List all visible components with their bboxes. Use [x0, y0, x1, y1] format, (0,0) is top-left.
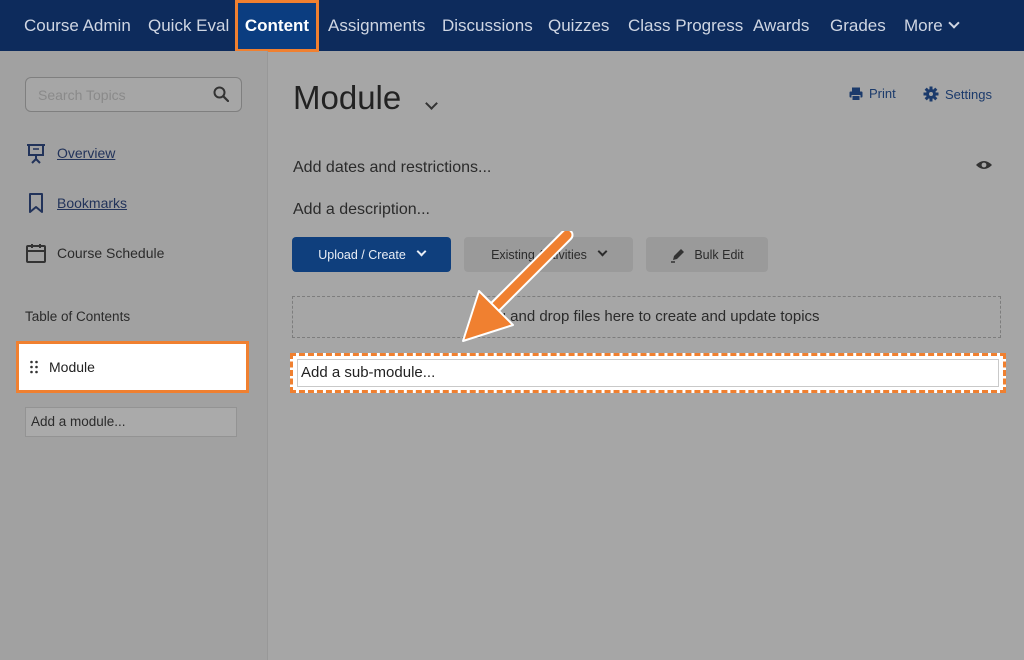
content-highlight: [235, 0, 319, 52]
drag-handle-icon[interactable]: [29, 360, 39, 374]
top-navigation: Course Admin Quick Eval Content Assignme…: [0, 0, 1024, 52]
toc-heading: Table of Contents: [25, 309, 131, 324]
print-button[interactable]: Print: [849, 86, 896, 101]
settings-button[interactable]: Settings: [923, 86, 992, 102]
search-input[interactable]: Search Topics: [25, 77, 242, 112]
sidebar-item-bookmarks[interactable]: Bookmarks: [25, 191, 127, 215]
chevron-down-icon: [416, 246, 427, 257]
eye-icon[interactable]: [975, 159, 993, 171]
gear-icon: [923, 86, 939, 102]
sidebar-item-overview[interactable]: Overview: [25, 141, 115, 165]
page-title: Module: [293, 79, 402, 116]
calendar-icon: [26, 244, 46, 263]
search-placeholder: Search Topics: [38, 87, 126, 103]
nav-grades[interactable]: Grades: [830, 0, 886, 51]
sidebar: Search Topics Overview Bookmarks Course …: [0, 51, 268, 660]
chevron-down-icon: [948, 17, 960, 29]
add-dates-link[interactable]: Add dates and restrictions...: [293, 159, 491, 177]
toc-module-item[interactable]: Module: [16, 341, 249, 393]
sidebar-item-label: Course Schedule: [57, 245, 165, 261]
nav-assignments[interactable]: Assignments: [328, 0, 425, 51]
chevron-down-icon: [597, 246, 608, 257]
module-item-label: Module: [49, 359, 95, 375]
file-dropzone[interactable]: Drag and drop files here to create and u…: [292, 296, 1001, 338]
presentation-icon: [27, 144, 45, 164]
nav-awards[interactable]: Awards: [753, 0, 809, 51]
chevron-down-icon[interactable]: [425, 97, 438, 110]
printer-icon: [849, 87, 863, 101]
bulk-edit-label: Bulk Edit: [694, 247, 744, 262]
settings-label: Settings: [945, 86, 992, 102]
sidebar-item-label: Overview: [57, 145, 116, 161]
callout-arrow-icon: [462, 231, 574, 342]
add-module-input[interactable]: Add a module...: [25, 407, 237, 437]
bookmark-icon: [29, 193, 43, 213]
nav-course-admin[interactable]: Course Admin: [24, 0, 131, 51]
upload-create-button[interactable]: Upload / Create: [292, 237, 451, 272]
nav-more-label: More: [904, 16, 943, 35]
pencil-icon: [671, 248, 685, 263]
add-description-link[interactable]: Add a description...: [293, 201, 430, 219]
add-submodule-input[interactable]: Add a sub-module...: [297, 359, 999, 387]
add-submodule-highlight: Add a sub-module...: [290, 353, 1006, 393]
print-label: Print: [869, 86, 896, 101]
nav-quick-eval[interactable]: Quick Eval: [148, 0, 229, 51]
nav-class-progress[interactable]: Class Progress: [628, 0, 743, 51]
main-content: Module Print Settings Add dates and rest…: [269, 51, 1024, 660]
upload-create-label: Upload / Create: [318, 247, 406, 262]
nav-quizzes[interactable]: Quizzes: [548, 0, 609, 51]
search-icon[interactable]: [213, 86, 229, 102]
bulk-edit-button[interactable]: Bulk Edit: [646, 237, 768, 272]
nav-discussions[interactable]: Discussions: [442, 0, 533, 51]
sidebar-item-label: Bookmarks: [57, 195, 128, 211]
sidebar-item-course-schedule[interactable]: Course Schedule: [25, 241, 164, 265]
nav-more[interactable]: More: [904, 0, 960, 51]
